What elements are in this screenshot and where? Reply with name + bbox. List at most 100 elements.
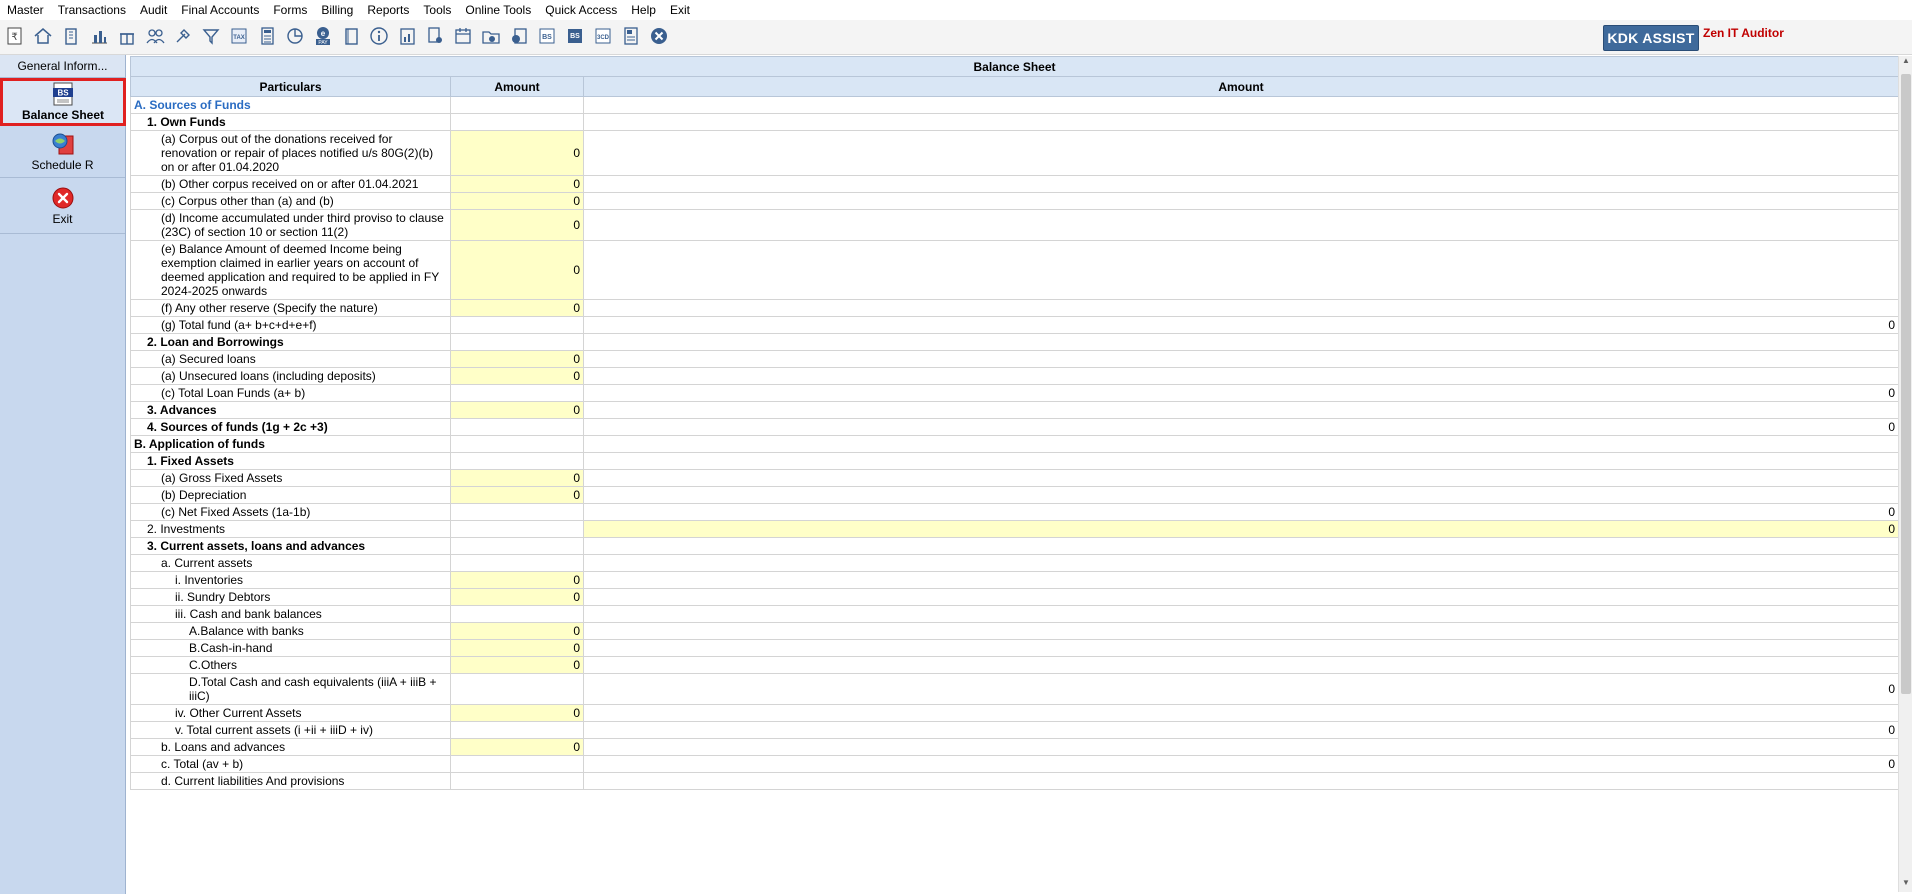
amount-total-cell: 0 (582, 418, 1898, 436)
calendar-icon[interactable] (452, 25, 474, 47)
amount-input-cell (450, 435, 584, 453)
people-icon[interactable] (144, 25, 166, 47)
vertical-scrollbar[interactable]: ▲ ▼ (1898, 56, 1912, 892)
amount-total-cell (582, 175, 1898, 193)
menu-online-tools[interactable]: Online Tools (458, 0, 538, 20)
rupee-doc-icon[interactable]: ₹ (4, 25, 26, 47)
table-row: iv. Other Current Assets 0 (130, 704, 1898, 722)
sidebar: General Inform... BS Balance Sheet Sched… (0, 55, 126, 894)
amount-total-cell[interactable]: 0 (582, 520, 1898, 538)
amount-total-cell (582, 299, 1898, 317)
particulars-cell: (b) Other corpus received on or after 01… (130, 175, 451, 193)
amount-input-cell[interactable]: 0 (450, 299, 584, 317)
bar-chart-icon[interactable] (88, 25, 110, 47)
amount-input-cell[interactable]: 0 (450, 209, 584, 241)
zen-it-auditor-label: Zen IT Auditor (1703, 26, 1784, 40)
menu-exit[interactable]: Exit (663, 0, 697, 20)
amount-input-cell[interactable]: 0 (450, 738, 584, 756)
particulars-cell: (b) Depreciation (130, 486, 451, 504)
info-icon[interactable] (368, 25, 390, 47)
close-circle-icon[interactable] (648, 25, 670, 47)
refresh-doc-icon[interactable] (508, 25, 530, 47)
amount-input-cell[interactable]: 0 (450, 639, 584, 657)
table-row: (a) Unsecured loans (including deposits)… (130, 367, 1898, 385)
bs-icon[interactable]: BS (536, 25, 558, 47)
amount-input-cell[interactable]: 0 (450, 571, 584, 589)
column-header-amount[interactable]: Amount (450, 76, 584, 97)
column-header-amount-total[interactable]: Amount (582, 76, 1898, 97)
tax-icon[interactable]: TAX (228, 25, 250, 47)
sidebar-item-balance-sheet[interactable]: BS Balance Sheet (0, 78, 126, 126)
sidebar-header[interactable]: General Inform... (0, 55, 125, 78)
home-icon[interactable] (32, 25, 54, 47)
gift-icon[interactable] (116, 25, 138, 47)
sidebar-item-label: Exit (52, 211, 73, 226)
amount-total-cell (582, 486, 1898, 504)
menu-tools[interactable]: Tools (416, 0, 458, 20)
tax-icon-text: TAX (233, 35, 245, 41)
menu-audit[interactable]: Audit (133, 0, 174, 20)
3cd-icon[interactable]: 3CD (592, 25, 614, 47)
table-row: (g) Total fund (a+ b+c+d+e+f) 0 (130, 316, 1898, 334)
table-row: 3. Advances 0 (130, 401, 1898, 419)
amount-total-cell (582, 333, 1898, 351)
building-icon[interactable] (60, 25, 82, 47)
particulars-cell: (a) Corpus out of the donations received… (130, 130, 451, 176)
amount-input-cell (450, 418, 584, 436)
table-row: D.Total Cash and cash equivalents (iiiA … (130, 673, 1898, 705)
amount-input-cell[interactable]: 0 (450, 130, 584, 176)
particulars-cell: 1. Own Funds (130, 113, 451, 131)
calculator-icon[interactable] (256, 25, 278, 47)
pie-chart-icon[interactable] (284, 25, 306, 47)
amount-input-cell[interactable]: 0 (450, 240, 584, 300)
amount-input-cell[interactable]: 0 (450, 350, 584, 368)
amount-input-cell[interactable]: 0 (450, 486, 584, 504)
book-icon[interactable] (340, 25, 362, 47)
menu-help[interactable]: Help (624, 0, 663, 20)
menu-transactions[interactable]: Transactions (51, 0, 133, 20)
sidebar-item-schedule-r[interactable]: Schedule R (0, 126, 125, 178)
doc-user-icon[interactable] (424, 25, 446, 47)
menu-quick-access[interactable]: Quick Access (538, 0, 624, 20)
amount-input-cell[interactable]: 0 (450, 175, 584, 193)
bs-form-icon[interactable]: BS (564, 25, 586, 47)
scroll-thumb[interactable] (1901, 74, 1911, 694)
particulars-cell: A.Balance with banks (130, 622, 451, 640)
amount-input-cell (450, 520, 584, 538)
scroll-down-arrow-icon[interactable]: ▼ (1899, 878, 1912, 892)
amount-input-cell[interactable]: 0 (450, 588, 584, 606)
particulars-cell: B. Application of funds (130, 435, 451, 453)
amount-input-cell (450, 452, 584, 470)
amount-total-cell (582, 772, 1898, 790)
menu-bar: Master Transactions Audit Final Accounts For… (0, 0, 1912, 20)
amount-input-cell[interactable]: 0 (450, 469, 584, 487)
amount-input-cell[interactable]: 0 (450, 192, 584, 210)
amount-input-cell[interactable]: 0 (450, 401, 584, 419)
table-row: C.Others 0 (130, 656, 1898, 674)
menu-forms[interactable]: Forms (266, 0, 314, 20)
filter-icon[interactable] (200, 25, 222, 47)
folder-add-icon[interactable] (480, 25, 502, 47)
scroll-up-arrow-icon[interactable]: ▲ (1899, 56, 1912, 70)
particulars-cell: (c) Net Fixed Assets (1a-1b) (130, 503, 451, 521)
report-icon[interactable] (396, 25, 418, 47)
particulars-cell: 2. Investments (130, 520, 451, 538)
particulars-cell: c. Total (av + b) (130, 755, 451, 773)
amount-input-cell[interactable]: 0 (450, 704, 584, 722)
menu-master[interactable]: Master (0, 0, 51, 20)
menu-reports[interactable]: Reports (360, 0, 416, 20)
amount-input-cell[interactable]: 0 (450, 622, 584, 640)
menu-final-accounts[interactable]: Final Accounts (174, 0, 266, 20)
3cd-icon-text: 3CD (597, 35, 610, 41)
amount-input-cell[interactable]: 0 (450, 656, 584, 674)
tools-icon[interactable] (172, 25, 194, 47)
kdk-assist-button[interactable]: KDK ASSIST (1603, 25, 1699, 51)
table-row: 2. Loan and Borrowings (130, 333, 1898, 351)
epay-icon[interactable]: e PAY (312, 25, 334, 47)
form-icon[interactable] (620, 25, 642, 47)
amount-input-cell[interactable]: 0 (450, 367, 584, 385)
menu-billing[interactable]: Billing (314, 0, 360, 20)
column-header-particulars[interactable]: Particulars (130, 76, 451, 97)
sidebar-item-exit[interactable]: Exit (0, 178, 125, 234)
table-row: (c) Total Loan Funds (a+ b) 0 (130, 384, 1898, 402)
